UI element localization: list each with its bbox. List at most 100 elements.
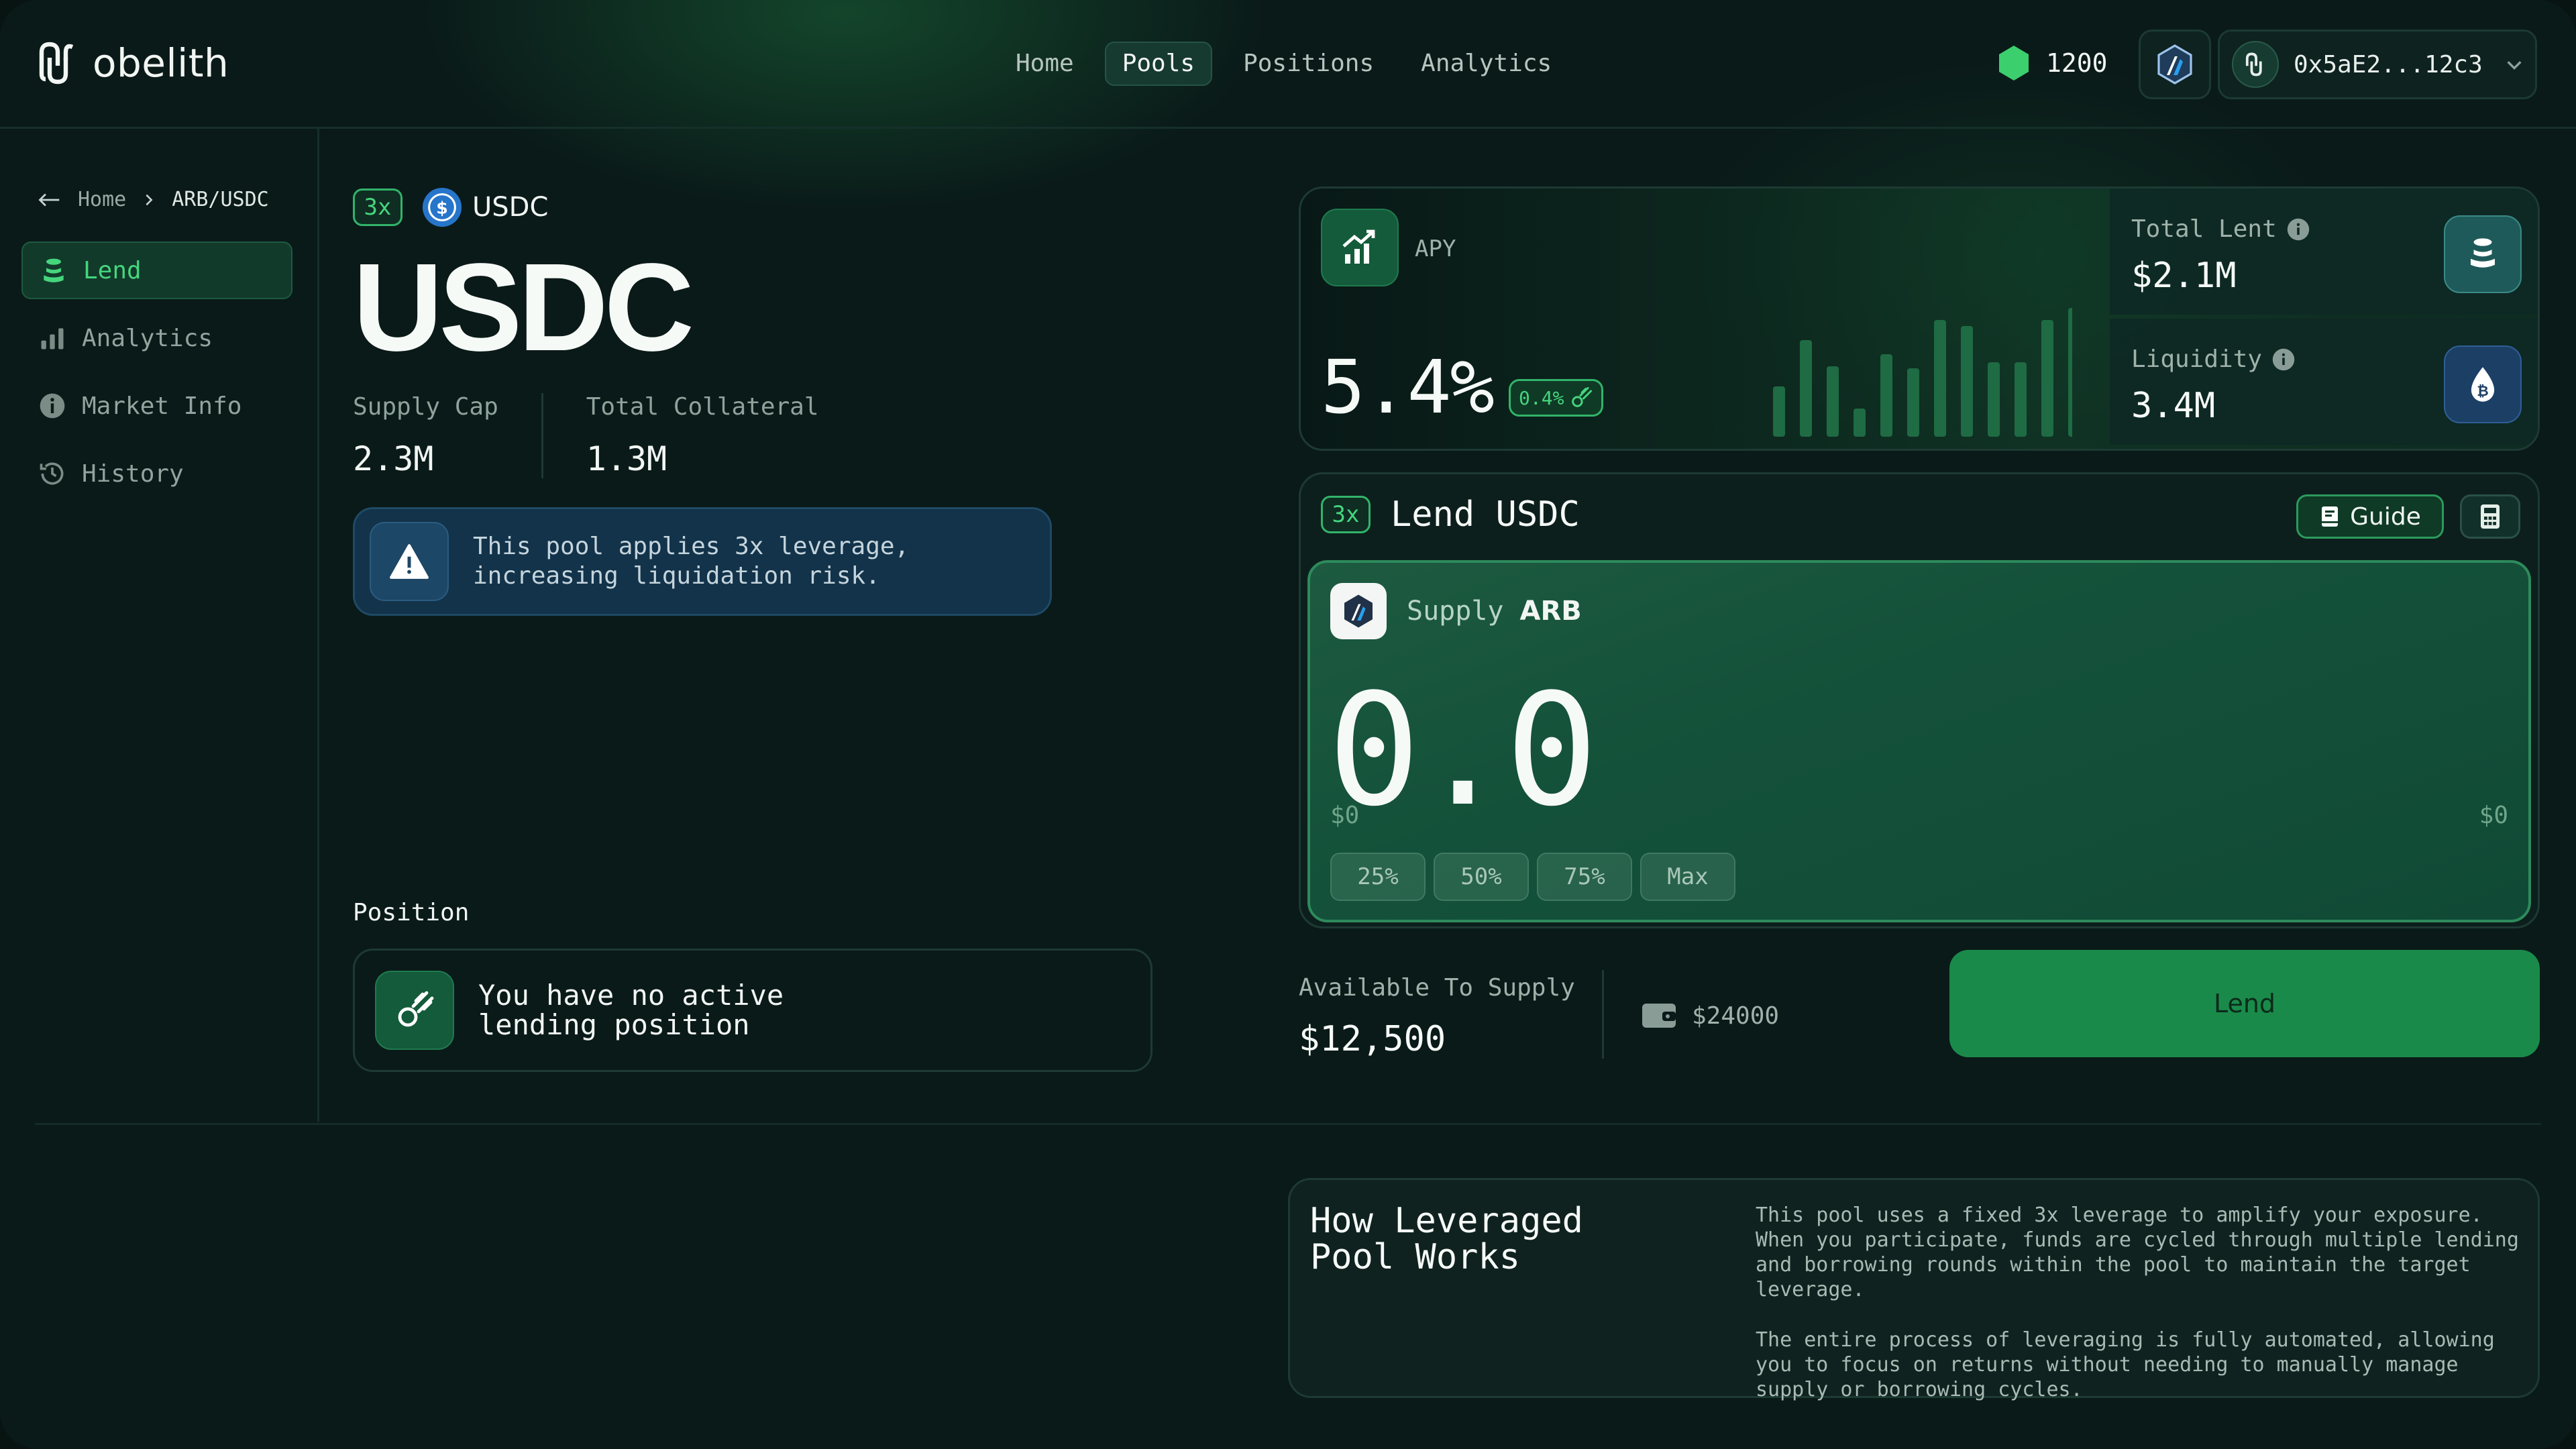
breadcrumb-home[interactable]: Home (78, 188, 126, 211)
nav-home[interactable]: Home (1000, 42, 1090, 86)
apy-card: APY 5.4% 0.4% Total Lent $2.1M Liquidity… (1299, 186, 2540, 451)
sidebar-item-market-info[interactable]: Market Info (21, 377, 292, 435)
supply-usd-value: $0 (1330, 802, 1360, 829)
top-header: obelith Home Pools Positions Analytics 1… (0, 0, 2576, 129)
total-collateral-value: 1.3M (586, 439, 667, 478)
total-lent-value: $2.1M (2131, 256, 2237, 296)
apy-change-chip: 0.4% (1509, 379, 1604, 417)
apy-bar (2041, 320, 2053, 437)
wallet-button[interactable]: 0x5aE2...12c3 (2218, 30, 2537, 99)
nav-pools[interactable]: Pools (1104, 42, 1213, 86)
how-it-works-title: How Leveraged Pool Works (1310, 1201, 1583, 1277)
apy-bar (1827, 366, 1839, 437)
leverage-warning-banner: This pool applies 3x leverage, increasin… (353, 507, 1052, 616)
liquidity-label: Liquidity (2131, 345, 2263, 373)
breadcrumb-current: ARB/USDC (172, 188, 269, 211)
section-divider (35, 1123, 2541, 1125)
svg-text:₿: ₿ (2477, 383, 2488, 400)
apy-bar (1988, 362, 2000, 437)
sidebar-item-label: History (82, 460, 184, 488)
lend-button[interactable]: Lend (1949, 950, 2540, 1057)
arrow-left-icon[interactable] (38, 192, 60, 208)
meteor-icon (1572, 386, 1593, 407)
apy-bar (1907, 368, 1919, 437)
points-value: 1200 (2046, 48, 2108, 78)
percent-50-button[interactable]: 50% (1434, 853, 1529, 901)
wallet-icon (1642, 1004, 1676, 1028)
pool-token-row: 3x $ USDC (353, 186, 548, 228)
info-icon[interactable] (2286, 217, 2310, 241)
wallet-avatar (2232, 41, 2279, 88)
lend-button-label: Lend (2213, 989, 2276, 1018)
apy-bar (2015, 362, 2027, 437)
app-frame: obelith Home Pools Positions Analytics 1… (0, 0, 2576, 1449)
divider (1602, 970, 1604, 1059)
coin-stack-icon (44, 258, 64, 282)
trending-up-icon (1342, 229, 1375, 264)
info-circle-icon (40, 393, 65, 419)
usdc-icon: $ (422, 187, 462, 227)
nav-analytics[interactable]: Analytics (1405, 42, 1568, 86)
max-button[interactable]: Max (1640, 853, 1735, 901)
apy-icon-box (1321, 209, 1399, 286)
lend-card-header: 3x Lend USDC (1321, 494, 1580, 535)
how-it-works-paragraph-2: The entire process of leveraging is full… (1756, 1328, 2495, 1401)
apy-label: APY (1415, 235, 1456, 262)
total-collateral-stat: Total Collateral 1.3M (541, 393, 862, 478)
guide-button[interactable]: Guide (2296, 494, 2444, 539)
arbitrum-icon (2157, 44, 2192, 85)
brand-logo[interactable]: obelith (35, 39, 229, 87)
sidebar-item-label: Lend (83, 256, 142, 284)
warning-icon-box (370, 522, 449, 601)
sidebar: Home ARB/USDC Lend Analytics Market Info… (0, 129, 319, 1122)
supply-amount-input[interactable]: 0.0 (1328, 674, 1598, 828)
apy-bar (1961, 326, 1973, 437)
sidebar-item-label: Analytics (82, 324, 213, 352)
wallet-balance: $24000 (1641, 1001, 1779, 1030)
apy-bar (1854, 409, 1866, 437)
total-lent-label: Total Lent (2131, 215, 2277, 243)
calculator-icon (2481, 504, 2500, 529)
no-position-text: You have no active lending position (478, 979, 784, 1041)
percent-25-button[interactable]: 25% (1330, 853, 1426, 901)
main-nav: Home Pools Positions Analytics (1000, 42, 1568, 86)
how-it-works-body: This pool uses a fixed 3x leverage to am… (1756, 1203, 2527, 1402)
chevron-down-icon (2507, 61, 2522, 70)
guide-button-label: Guide (2350, 502, 2421, 531)
leverage-badge: 3x (1321, 496, 1371, 533)
apy-bar (1773, 386, 1785, 437)
total-lent-stat: Total Lent $2.1M (2110, 189, 2538, 315)
arb-token-icon-box (1330, 583, 1387, 639)
nav-positions[interactable]: Positions (1227, 42, 1390, 86)
total-lent-icon-box (2444, 215, 2522, 293)
total-collateral-label: Total Collateral (586, 393, 819, 421)
how-it-works-paragraph-1: This pool uses a fixed 3x leverage to am… (1756, 1203, 2519, 1301)
points-display[interactable]: 1200 (1996, 44, 2108, 82)
position-heading: Position (353, 899, 470, 926)
lend-card-title: Lend USDC (1391, 494, 1580, 535)
sidebar-item-history[interactable]: History (21, 445, 292, 502)
info-icon[interactable] (2271, 347, 2296, 372)
book-icon (2322, 506, 2339, 527)
svg-text:$: $ (436, 199, 448, 218)
sidebar-menu: Lend Analytics Market Info History (21, 241, 292, 513)
apy-bar-chart (1773, 308, 2072, 437)
total-lent-label-row: Total Lent (2131, 215, 2310, 243)
calculator-button[interactable] (2460, 494, 2520, 539)
obelith-logo-icon (39, 42, 74, 85)
page-title: USDC (353, 238, 694, 377)
supply-input-box[interactable]: Supply ARB 0.0 $0 $0 25% 50% 75% Max (1307, 560, 2531, 922)
brand-name: obelith (93, 40, 229, 86)
network-selector-button[interactable] (2139, 30, 2211, 99)
apy-value: 5.4% (1321, 344, 1495, 430)
supply-label: Supply (1407, 596, 1504, 627)
sidebar-item-analytics[interactable]: Analytics (21, 309, 292, 367)
meteor-icon (398, 991, 434, 1027)
position-icon-box (375, 971, 454, 1050)
wallet-address: 0x5aE2...12c3 (2294, 50, 2483, 78)
available-value: $12,500 (1299, 1019, 1446, 1059)
supply-usd-value-right: $0 (2479, 802, 2508, 829)
percent-75-button[interactable]: 75% (1537, 853, 1632, 901)
sidebar-item-lend[interactable]: Lend (21, 241, 292, 299)
apy-bar (2068, 308, 2072, 437)
